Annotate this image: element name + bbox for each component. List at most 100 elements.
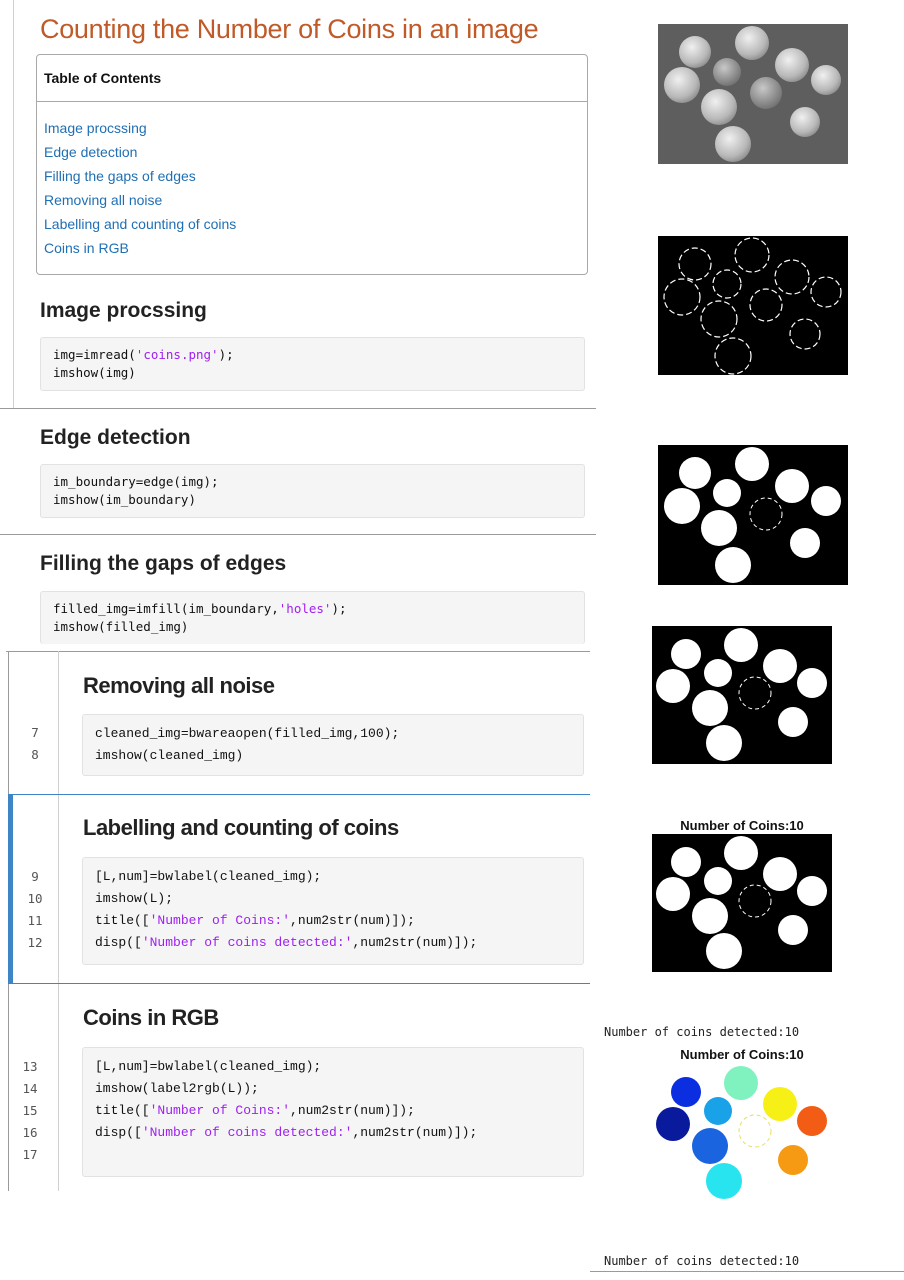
section-divider	[0, 408, 596, 409]
coin	[750, 77, 782, 109]
labelled-coin	[692, 898, 728, 934]
code-block-filling-gaps[interactable]: filled_img=imfill(im_boundary,'holes'); …	[40, 591, 585, 644]
output-figure-rgb	[652, 1064, 832, 1202]
line-numbers: 13 14 15 16 17	[0, 1056, 60, 1166]
coin	[664, 67, 700, 103]
toc-link-removing-noise[interactable]: Removing all noise	[44, 188, 587, 212]
section-heading-image-processing: Image procssing	[40, 299, 207, 322]
toc-link-image-processing[interactable]: Image procssing	[44, 116, 587, 140]
code-block-coins-rgb[interactable]: [L,num]=bwlabel(cleaned_img); imshow(lab…	[82, 1047, 584, 1177]
line-numbers: 9 10 11 12	[5, 866, 65, 954]
cleaned-coin	[778, 707, 808, 737]
code-line: [L,num]=bwlabel(cleaned_img);	[95, 1059, 322, 1074]
left-border	[13, 0, 14, 408]
line-number: 15	[22, 1103, 38, 1118]
code-line: imshow(L);	[95, 891, 174, 906]
output-figure-labelled	[652, 834, 832, 972]
toc-link-coins-rgb[interactable]: Coins in RGB	[44, 236, 587, 260]
output-figure-filled	[658, 445, 848, 585]
section-divider	[0, 534, 596, 535]
labelled-coin	[704, 867, 732, 895]
output-figure-grayscale-coins	[658, 24, 848, 164]
filled-coin	[735, 447, 769, 481]
labelled-coin	[671, 847, 701, 877]
labelled-coin	[797, 876, 827, 906]
editor-top-border	[6, 651, 590, 652]
cleaned-coin	[704, 659, 732, 687]
labelled-coin	[724, 836, 758, 870]
toc-link-edge-detection[interactable]: Edge detection	[44, 140, 587, 164]
line-number: 12	[27, 935, 43, 950]
line-number: 9	[31, 869, 39, 884]
code-line: im_boundary=edge(img);	[53, 474, 219, 489]
cleaned-coin	[763, 649, 797, 683]
code-line: disp(['Number of coins detected:',num2st…	[95, 935, 478, 950]
coin	[790, 107, 820, 137]
coin	[701, 89, 737, 125]
figure-title: Number of Coins:10	[680, 818, 804, 833]
section-heading-coins-rgb: Coins in RGB	[83, 1005, 219, 1030]
toc-link-labelling-counting[interactable]: Labelling and counting of coins	[44, 212, 587, 236]
code-line: imshow(im_boundary)	[53, 492, 196, 507]
filled-coin	[679, 457, 711, 489]
code-line: disp(['Number of coins detected:',num2st…	[95, 1125, 478, 1140]
labelled-coin	[763, 857, 797, 891]
labelled-coin	[656, 877, 690, 911]
code-line: img=imread('coins.png');	[53, 347, 234, 362]
line-number: 16	[22, 1125, 38, 1140]
cleaned-coin	[724, 628, 758, 662]
rgb-coin	[778, 1145, 808, 1175]
output-divider	[590, 1271, 904, 1272]
coin	[713, 58, 741, 86]
section-divider-active	[8, 794, 590, 795]
rgb-coin	[763, 1087, 797, 1121]
code-line: cleaned_img=bwareaopen(filled_img,100);	[95, 726, 400, 741]
coin	[811, 65, 841, 95]
cleaned-coin	[797, 668, 827, 698]
code-block-removing-noise[interactable]: cleaned_img=bwareaopen(filled_img,100); …	[82, 714, 584, 776]
rgb-coin	[656, 1107, 690, 1141]
cleaned-coin	[671, 639, 701, 669]
code-line: filled_img=imfill(im_boundary,'holes');	[53, 601, 347, 616]
section-divider-active	[8, 983, 590, 984]
rgb-coin	[692, 1128, 728, 1164]
coin	[679, 36, 711, 68]
coin	[775, 48, 809, 82]
table-of-contents: Table of Contents Image procssing Edge d…	[36, 54, 588, 275]
filled-coin	[790, 528, 820, 558]
code-line: title(['Number of Coins:',num2str(num)])…	[95, 1103, 415, 1118]
output-figure-cleaned	[652, 626, 832, 764]
code-block-image-processing[interactable]: img=imread('coins.png'); imshow(img)	[40, 337, 585, 391]
labelled-coin	[706, 933, 742, 969]
rgb-coin	[797, 1106, 827, 1136]
toc-list: Image procssing Edge detection Filling t…	[37, 102, 587, 260]
filled-coin	[775, 469, 809, 503]
filled-coin	[715, 547, 751, 583]
section-heading-removing-noise: Removing all noise	[83, 673, 275, 698]
code-block-edge-detection[interactable]: im_boundary=edge(img); imshow(im_boundar…	[40, 464, 585, 518]
rgb-coin	[706, 1163, 742, 1199]
filled-coin	[811, 486, 841, 516]
filled-coin	[713, 479, 741, 507]
code-block-labelling-counting[interactable]: [L,num]=bwlabel(cleaned_img); imshow(L);…	[82, 857, 584, 965]
line-number: 13	[22, 1059, 38, 1074]
rgb-coin	[704, 1097, 732, 1125]
coin	[735, 26, 769, 60]
page-title: Counting the Number of Coins in an image	[40, 14, 539, 44]
toc-link-filling-gaps[interactable]: Filling the gaps of edges	[44, 164, 587, 188]
cleaned-coin	[656, 669, 690, 703]
code-line: title(['Number of Coins:',num2str(num)])…	[95, 913, 415, 928]
line-number: 11	[27, 913, 43, 928]
code-line: [L,num]=bwlabel(cleaned_img);	[95, 869, 322, 884]
filled-coin	[701, 510, 737, 546]
section-heading-edge-detection: Edge detection	[40, 426, 191, 449]
cleaned-coin	[706, 725, 742, 761]
toc-heading: Table of Contents	[37, 55, 587, 102]
filled-coin	[664, 488, 700, 524]
rgb-coin	[724, 1066, 758, 1100]
console-output: Number of coins detected:10	[604, 1025, 800, 1039]
code-line: imshow(cleaned_img)	[95, 748, 244, 763]
code-line: imshow(label2rgb(L));	[95, 1081, 259, 1096]
cleaned-coin	[692, 690, 728, 726]
console-output: Number of coins detected:10	[604, 1254, 800, 1268]
